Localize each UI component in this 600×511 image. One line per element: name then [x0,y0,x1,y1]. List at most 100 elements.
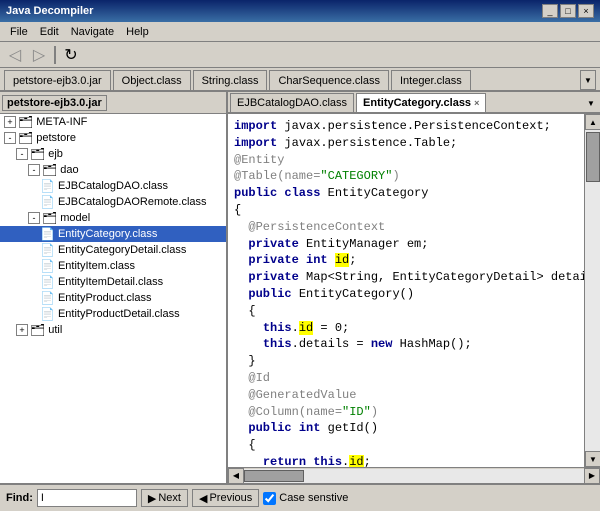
code-tab-entitycategory-label: EntityCategory.class [363,97,471,109]
find-prev-label: Previous [209,492,252,504]
tree-label-ejbcatalogdaoremote: EJBCatalogDAORemote.class [58,196,207,208]
h-scroll-thumb[interactable] [244,470,304,482]
tree-toggle-util[interactable]: + [16,324,28,336]
tree-label-entitycategorydetail: EntityCategoryDetail.class [58,244,186,256]
file-icon: 📄 [40,227,55,241]
forward-button[interactable]: ▷ [28,45,50,65]
file-icon: 📄 [40,307,55,321]
tab-petstore-jar[interactable]: petstore-ejb3.0.jar [4,70,111,90]
tree-toggle-ejb[interactable]: - [16,148,28,160]
tree-node-entityitemdetail[interactable]: 📄 EntityItemDetail.class [0,274,226,290]
next-icon: ▶ [148,492,156,505]
menu-bar: File Edit Navigate Help [0,22,600,42]
find-bar: Find: ▶ Next ◀ Previous Case senstive [0,483,600,511]
file-icon: 📄 [40,275,55,289]
window-controls[interactable]: _ □ × [542,4,594,18]
title-bar: Java Decompiler _ □ × [0,0,600,22]
tree-node-entityitem[interactable]: 📄 EntityItem.class [0,258,226,274]
scroll-left-button[interactable]: ◀ [228,468,244,484]
tree-node-petstore[interactable]: - 🗂 petstore [0,130,226,146]
toolbar: ◁ ▷ ↻ [0,42,600,68]
tree-node-entityproduct[interactable]: 📄 EntityProduct.class [0,290,226,306]
folder-icon: 🗂 [18,115,33,129]
tree-node-metainf[interactable]: + 🗂 META-INF [0,114,226,130]
menu-navigate[interactable]: Navigate [65,25,120,39]
main-content: petstore-ejb3.0.jar + 🗂 META-INF - 🗂 pet… [0,92,600,483]
find-next-label: Next [158,492,181,504]
tab-dropdown-button[interactable]: ▼ [580,70,596,90]
tree-label-ejbcatalogdao: EJBCatalogDAO.class [58,180,168,192]
case-sensitive-label: Case senstive [279,492,348,504]
tab-integer-class[interactable]: Integer.class [391,70,471,90]
code-panel: EJBCatalogDAO.class EntityCategory.class… [228,92,600,483]
tree-node-ejbcatalogdao[interactable]: 📄 EJBCatalogDAO.class [0,178,226,194]
tree-node-entitycategory[interactable]: 📄 EntityCategory.class [0,226,226,242]
tree-toggle-metainf[interactable]: + [4,116,16,128]
scroll-thumb[interactable] [586,132,600,182]
tree-label-metainf: META-INF [36,116,87,128]
tree-label-entityitem: EntityItem.class [58,260,135,272]
file-icon: 📄 [40,291,55,305]
code-tab-ejbcatalogdao-label: EJBCatalogDAO.class [237,97,347,109]
folder-icon: 🗂 [42,163,57,177]
menu-edit[interactable]: Edit [34,25,65,39]
file-icon: 📄 [40,243,55,257]
code-tab-close-button[interactable]: × [474,98,479,108]
tree-toolbar: petstore-ejb3.0.jar [0,92,226,114]
folder-icon: 🗂 [42,211,57,225]
horizontal-scrollbar[interactable]: ◀ ▶ [228,467,600,483]
find-next-button[interactable]: ▶ Next [141,489,188,507]
code-tabs: EJBCatalogDAO.class EntityCategory.class… [228,92,600,114]
tree-node-dao[interactable]: - 🗂 dao [0,162,226,178]
vertical-scrollbar[interactable]: ▲ ▼ [584,114,600,467]
back-button[interactable]: ◁ [4,45,26,65]
maximize-button[interactable]: □ [560,4,576,18]
menu-file[interactable]: File [4,25,34,39]
code-tab-ejbcatalogdao[interactable]: EJBCatalogDAO.class [230,93,354,112]
file-tree-panel: petstore-ejb3.0.jar + 🗂 META-INF - 🗂 pet… [0,92,228,483]
tree-toggle-dao[interactable]: - [28,164,40,176]
scroll-up-button[interactable]: ▲ [585,114,600,130]
tab-object-class[interactable]: Object.class [113,70,191,90]
file-icon: 📄 [40,195,55,209]
file-tabs: petstore-ejb3.0.jar Object.class String.… [0,68,600,92]
tree-label-entityitemdetail: EntityItemDetail.class [58,276,163,288]
tree-label-dao: dao [60,164,78,176]
tree-toggle-model[interactable]: - [28,212,40,224]
prev-icon: ◀ [199,492,207,505]
case-sensitive-checkbox[interactable] [263,492,276,505]
find-input[interactable] [37,489,137,507]
folder-icon: 🗂 [18,131,33,145]
tree-label-entitycategory: EntityCategory.class [58,228,157,240]
menu-help[interactable]: Help [120,25,155,39]
tree-label-ejb: ejb [48,148,63,160]
tree-label-model: model [60,212,90,224]
tree-label-entityproduct: EntityProduct.class [58,292,152,304]
file-icon: 📄 [40,259,55,273]
tree-label-petstore: petstore [36,132,76,144]
reload-button[interactable]: ↻ [60,45,82,65]
code-content[interactable]: import javax.persistence.PersistenceCont… [228,114,584,467]
tree-toggle-petstore[interactable]: - [4,132,16,144]
find-prev-button[interactable]: ◀ Previous [192,489,259,507]
tree-node-util[interactable]: + 🗂 util [0,322,226,338]
code-tab-dropdown[interactable]: ▼ [584,94,598,112]
app-title: Java Decompiler [6,5,93,17]
tree-node-model[interactable]: - 🗂 model [0,210,226,226]
case-sensitive-check[interactable]: Case senstive [263,492,348,505]
tree-jar-label[interactable]: petstore-ejb3.0.jar [2,95,107,111]
scroll-right-button[interactable]: ▶ [584,468,600,484]
close-button[interactable]: × [578,4,594,18]
tab-charsequence-class[interactable]: CharSequence.class [269,70,389,90]
scroll-track [585,130,600,451]
tree-node-entityproductdetail[interactable]: 📄 EntityProductDetail.class [0,306,226,322]
code-tab-entitycategory[interactable]: EntityCategory.class × [356,93,486,112]
toolbar-separator [54,46,56,64]
tree-node-ejb[interactable]: - 🗂 ejb [0,146,226,162]
folder-icon: 🗂 [30,147,45,161]
tree-node-entitycategorydetail[interactable]: 📄 EntityCategoryDetail.class [0,242,226,258]
tab-string-class[interactable]: String.class [193,70,268,90]
tree-node-ejbcatalogdaoremote[interactable]: 📄 EJBCatalogDAORemote.class [0,194,226,210]
scroll-down-button[interactable]: ▼ [585,451,600,467]
minimize-button[interactable]: _ [542,4,558,18]
